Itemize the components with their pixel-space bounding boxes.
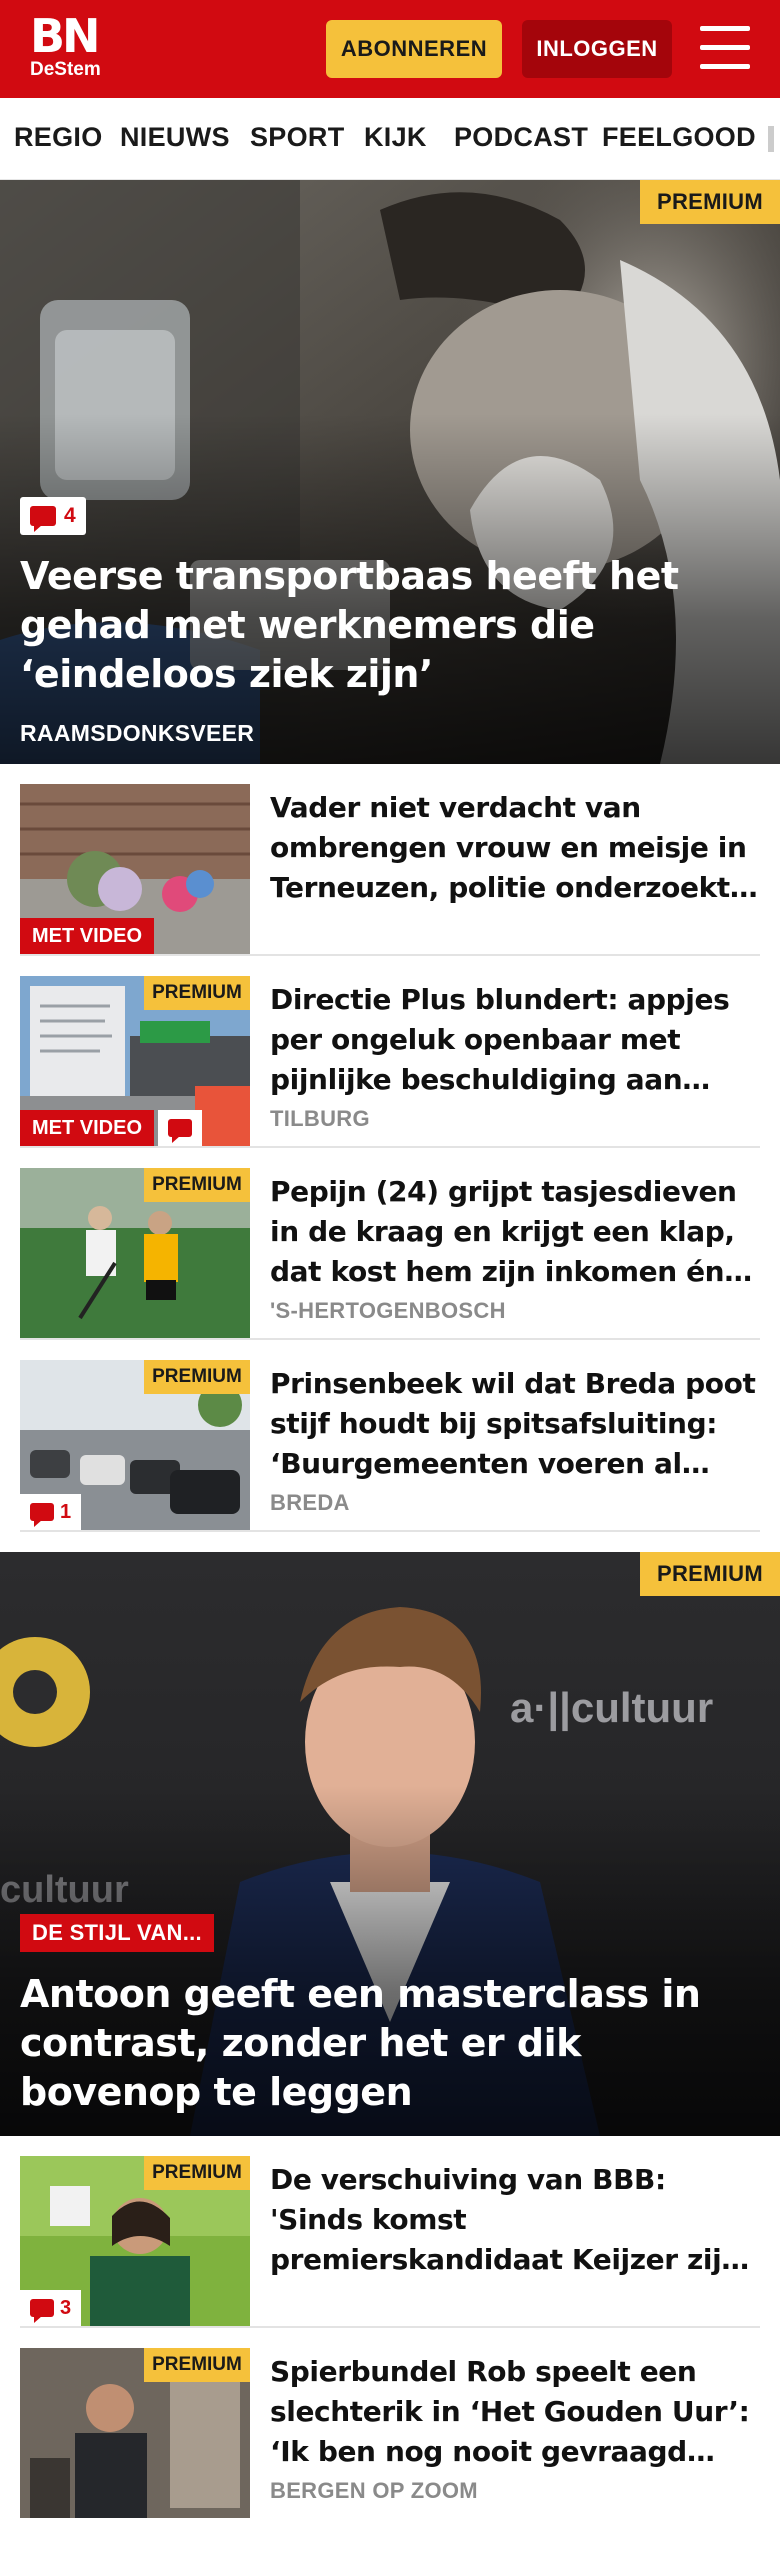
nav-item-podcast[interactable]: PODCAST [454, 122, 588, 153]
section-nav: REGIO NIEUWS SPORT KIJK PODCAST FEELGOOD [0, 98, 780, 180]
hero-article[interactable]: a·||cultuur cultuur PREMIUM DE STIJL VAN… [0, 1552, 780, 2136]
article-title[interactable]: Spierbundel Rob speelt een slechterik in… [270, 2352, 760, 2472]
comment-count-value: 1 [60, 1500, 72, 1523]
hero-title[interactable]: Veerse transportbaas heeft het gehad met… [20, 552, 760, 699]
logo-main: BN [30, 9, 101, 63]
comment-bubble-icon [30, 506, 56, 532]
hero-title[interactable]: Antoon geeft een masterclass in contrast… [20, 1970, 760, 2117]
premium-badge: PREMIUM [640, 180, 780, 224]
site-header: BN DeStem ABONNEREN INLOGGEN [0, 0, 780, 98]
subscribe-button[interactable]: ABONNEREN [326, 20, 502, 78]
hamburger-menu-icon[interactable] [700, 26, 750, 70]
nav-item-sport[interactable]: SPORT [250, 122, 345, 153]
list-item[interactable]: PREMIUM MET VIDEO Directie Plus blundert… [20, 956, 760, 1148]
section-label: DE STIJL VAN... [20, 1914, 214, 1952]
hero-location: RAAMSDONKSVEER [20, 720, 255, 746]
article-location: BERGEN OP ZOOM [270, 2478, 478, 2503]
video-label: MET VIDEO [20, 1110, 155, 1146]
article-location: 'S-HERTOGENBOSCH [270, 1298, 506, 1323]
nav-overflow-hint [768, 126, 774, 152]
comment-count[interactable]: 3 [20, 2290, 82, 2326]
list-item[interactable]: PREMIUM Spierbundel Rob speelt een slech… [20, 2328, 760, 2528]
premium-badge: PREMIUM [144, 976, 250, 1010]
article-thumbnail: PREMIUM 1 [20, 1360, 250, 1530]
article-title[interactable]: Pepijn (24) grijpt tasjesdieven in de kr… [270, 1172, 760, 1292]
article-thumbnail: MET VIDEO [20, 784, 250, 954]
article-title[interactable]: Prinsenbeek wil dat Breda poot stijf hou… [270, 1364, 760, 1484]
premium-badge: PREMIUM [144, 1360, 250, 1394]
nav-item-feelgood[interactable]: FEELGOOD [602, 122, 756, 153]
hero-article[interactable]: PREMIUM 4 Veerse transportbaas heeft het… [0, 180, 780, 764]
comment-count-value: 4 [64, 504, 76, 527]
article-thumbnail: PREMIUM 3 [20, 2156, 250, 2326]
article-thumbnail: PREMIUM [20, 2348, 250, 2518]
list-item[interactable]: PREMIUM Pepijn (24) grijpt tasjesdieven … [20, 1148, 760, 1340]
comment-count[interactable]: 1 [20, 1494, 82, 1530]
premium-badge: PREMIUM [144, 1168, 250, 1202]
logo-sub: DeStem [30, 59, 101, 80]
video-label: MET VIDEO [20, 918, 155, 954]
article-title[interactable]: Directie Plus blundert: appjes per ongel… [270, 980, 760, 1100]
comment-bubble-icon [168, 1119, 192, 1143]
list-item[interactable]: MET VIDEO Vader niet verdacht van ombren… [20, 764, 760, 956]
comment-count-value: 3 [60, 2296, 72, 2319]
site-logo[interactable]: BN DeStem [30, 9, 101, 80]
premium-badge: PREMIUM [144, 2348, 250, 2382]
comment-bubble-icon [30, 1503, 54, 1527]
nav-item-nieuws[interactable]: NIEUWS [120, 122, 230, 153]
premium-badge: PREMIUM [640, 1552, 780, 1596]
comment-count[interactable] [158, 1110, 202, 1146]
login-button[interactable]: INLOGGEN [522, 20, 672, 78]
list-item[interactable]: PREMIUM 3 De verschuiving van BBB: 'Sind… [20, 2136, 760, 2328]
list-item[interactable]: PREMIUM 1 Prinsenbeek wil dat Breda poot… [20, 1340, 760, 1532]
article-title[interactable]: Vader niet verdacht van ombrengen vrouw … [270, 788, 760, 908]
article-thumbnail: PREMIUM [20, 1168, 250, 1338]
premium-badge: PREMIUM [144, 2156, 250, 2190]
article-title[interactable]: De verschuiving van BBB: 'Sinds komst pr… [270, 2160, 760, 2280]
nav-item-kijk[interactable]: KIJK [364, 122, 427, 153]
comment-count[interactable]: 4 [20, 497, 86, 535]
article-location: BREDA [270, 1490, 350, 1515]
comment-bubble-icon [30, 2299, 54, 2323]
article-thumbnail: PREMIUM MET VIDEO [20, 976, 250, 1146]
article-location: TILBURG [270, 1106, 370, 1131]
nav-item-regio[interactable]: REGIO [14, 122, 103, 153]
